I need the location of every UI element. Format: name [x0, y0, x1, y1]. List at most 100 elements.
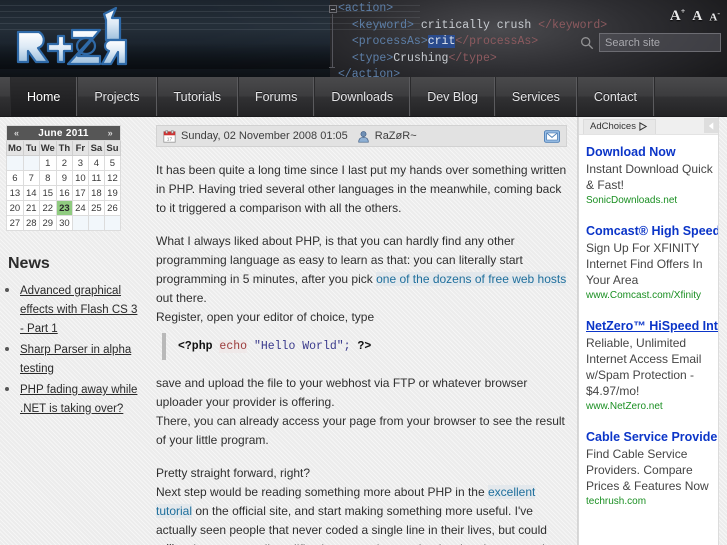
article-author: RaZøR~	[374, 130, 417, 142]
calendar-week-row: 1 2 3 4 5	[6, 155, 122, 171]
calendar-day	[71, 215, 89, 231]
code-php-open: <?php	[178, 340, 213, 353]
article-paragraph-3: Register, open your editor of choice, ty…	[156, 310, 375, 324]
nav-item-forums[interactable]: Forums	[237, 77, 315, 116]
code-line-4-text: Crushing	[393, 51, 449, 65]
free-web-hosts-link[interactable]: one of the dozens of free web hosts	[376, 272, 567, 286]
search-icon[interactable]	[580, 36, 594, 50]
calendar-day[interactable]: 20	[6, 200, 24, 216]
font-decrease-button[interactable]: A-	[709, 10, 720, 24]
calendar-day[interactable]: 27	[6, 215, 24, 231]
calendar-prev-button[interactable]: «	[11, 128, 22, 138]
site-logo[interactable]	[8, 6, 143, 70]
calendar-day	[22, 155, 40, 171]
calendar-week-row: 20 21 22 23 24 25 26	[6, 200, 122, 216]
font-increase-button[interactable]: A+	[670, 8, 685, 24]
calendar-day[interactable]: 10	[71, 170, 89, 186]
nav-item-dev-blog[interactable]: Dev Blog	[410, 77, 495, 116]
adchoices-button[interactable]: AdChoices	[583, 119, 656, 134]
calendar-day[interactable]: 16	[55, 185, 73, 201]
news-link[interactable]: Advanced graphical effects with Flash CS…	[20, 285, 137, 335]
ad-title-link[interactable]: Cable Service Provider	[586, 430, 722, 445]
calendar-day	[87, 215, 105, 231]
ad-description: Sign Up For XFINITY Internet Find Offers…	[586, 241, 703, 287]
calendar-day[interactable]: 29	[38, 215, 57, 231]
main-navigation: Home Projects Tutorials Forums Downloads…	[0, 77, 727, 123]
php-code-block: <?php echo "Hello World"; ?>	[162, 333, 567, 360]
code-line-4-close: </type>	[448, 51, 497, 65]
calendar-day[interactable]: 24	[71, 200, 89, 216]
news-link[interactable]: Sharp Parser in alpha testing	[20, 344, 131, 375]
calendar-day[interactable]: 26	[103, 200, 122, 216]
ad-description: Instant Download Quick & Fast!	[586, 162, 713, 192]
calendar-weekday: Th	[55, 140, 73, 156]
ad-sidebar: AdChoices Download Now Instant Download …	[578, 117, 727, 545]
calendar-header: « June 2011 »	[6, 125, 121, 141]
calendar-day[interactable]: 25	[87, 200, 105, 216]
calendar-next-button[interactable]: »	[105, 128, 116, 138]
article-paragraph-1: It has been quite a long time since I la…	[156, 163, 567, 215]
left-sidebar: « June 2011 » Mo Tu We Th Fr Sa Su 1 2 3…	[0, 117, 148, 545]
nav-right-filler	[653, 77, 727, 116]
ad-title-link[interactable]: Comcast® High Speed	[586, 224, 721, 239]
calendar-weekday: Tu	[22, 140, 40, 156]
ad-description: Find Cable Service Providers. Compare Pr…	[586, 447, 709, 493]
email-icon[interactable]	[544, 129, 560, 143]
ad-title-link[interactable]: NetZero™ HiSpeed Internet	[586, 319, 727, 334]
calendar-widget: « June 2011 » Mo Tu We Th Fr Sa Su 1 2 3…	[6, 125, 122, 231]
calendar-day[interactable]: 17	[71, 185, 89, 201]
nav-left-spacer	[0, 77, 10, 116]
calendar-day[interactable]: 30	[55, 215, 73, 231]
nav-item-tutorials[interactable]: Tutorials	[156, 77, 238, 116]
news-list: Advanced graphical effects with Flash CS…	[6, 281, 142, 418]
calendar-day[interactable]: 4	[87, 155, 105, 171]
calendar-day[interactable]: 6	[6, 170, 24, 186]
ad-title-link[interactable]: Download Now	[586, 145, 721, 160]
article-date-group: 17 Sunday, 02 November 2008 01:05	[163, 129, 348, 143]
code-string: "Hello World";	[253, 340, 351, 353]
calendar-day[interactable]: 1	[38, 155, 57, 171]
calendar-day[interactable]: 8	[38, 170, 57, 186]
code-line-2-text: critically crush	[413, 18, 539, 32]
article-paragraph-4: save and upload the file to your webhost…	[156, 376, 528, 409]
news-link[interactable]: PHP fading away while .NET is taking ove…	[20, 384, 137, 415]
calendar-day[interactable]: 11	[87, 170, 105, 186]
calendar-day[interactable]: 13	[6, 185, 24, 201]
nav-item-services[interactable]: Services	[494, 77, 577, 116]
search-input[interactable]	[599, 33, 721, 52]
ad-url: www.Comcast.com/Xfinity	[586, 290, 702, 301]
calendar-week-row: 27 28 29 30	[6, 215, 122, 231]
calendar-day[interactable]: 22	[38, 200, 57, 216]
calendar-day[interactable]: 7	[22, 170, 40, 186]
news-list-item: PHP fading away while .NET is taking ove…	[20, 380, 142, 418]
calendar-day[interactable]: 19	[103, 185, 122, 201]
nav-item-downloads[interactable]: Downloads	[314, 77, 411, 116]
calendar-day[interactable]: 12	[103, 170, 122, 186]
calendar-day[interactable]: 28	[22, 215, 40, 231]
ad-url: techrush.com	[586, 496, 647, 507]
nav-item-projects[interactable]: Projects	[77, 77, 157, 116]
ad-collapse-button[interactable]	[704, 118, 719, 133]
code-echo: echo	[219, 340, 248, 353]
nav-item-contact[interactable]: Contact	[576, 77, 654, 116]
code-fold-box-icon	[329, 5, 337, 13]
calendar-day[interactable]: 14	[22, 185, 40, 201]
calendar-day[interactable]: 5	[103, 155, 122, 171]
ad-unit: Cable Service Provider Find Cable Servic…	[586, 430, 722, 509]
font-normal-button[interactable]: A	[692, 10, 702, 24]
logo-graffiti-icon	[16, 6, 128, 66]
code-line-3-selection: crit	[427, 35, 456, 49]
calendar-day[interactable]: 3	[71, 155, 89, 171]
adchoices-label: AdChoices	[590, 121, 636, 132]
calendar-day[interactable]: 9	[55, 170, 73, 186]
calendar-weekday: Fr	[71, 140, 89, 156]
ad-unit: Download Now Instant Download Quick & Fa…	[586, 145, 721, 208]
calendar-day-today[interactable]: 23	[55, 200, 73, 216]
article-meta-bar: 17 Sunday, 02 November 2008 01:05 RaZøR~	[156, 125, 567, 147]
nav-item-home[interactable]: Home	[10, 77, 78, 123]
calendar-day[interactable]: 2	[55, 155, 73, 171]
calendar-day[interactable]: 18	[87, 185, 105, 201]
calendar-day[interactable]: 21	[22, 200, 40, 216]
calendar-weekday: We	[38, 140, 57, 156]
calendar-day[interactable]: 15	[38, 185, 57, 201]
